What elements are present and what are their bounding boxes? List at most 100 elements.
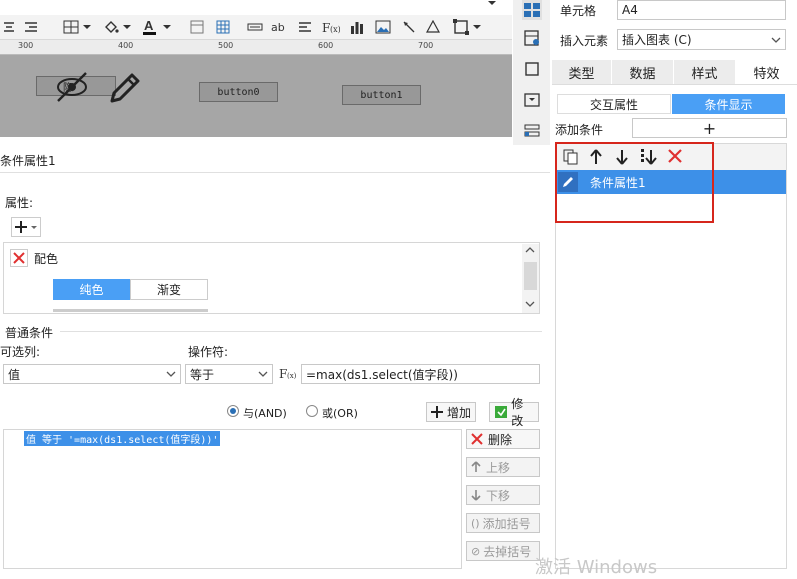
or-radio[interactable] [306,405,318,417]
frame-icon[interactable] [452,18,470,36]
label-ab-icon[interactable]: ab [270,18,288,36]
border-dropdown-icon[interactable] [82,18,92,36]
chart-icon[interactable] [348,18,366,36]
divider [552,84,797,85]
tab-effects[interactable]: 特效 [736,60,797,84]
frame-dropdown-icon[interactable] [472,18,482,36]
shape-icon[interactable] [424,18,442,36]
pencil-icon [106,71,142,105]
attribute-scrollbar[interactable] [522,244,539,313]
ruler-tick: 700 [418,41,434,50]
image-icon[interactable] [374,18,392,36]
add-condition-label: 添加条件 [555,123,604,137]
svg-text:A: A [144,18,154,33]
dataset-icon[interactable] [522,28,542,48]
svg-text:ab: ab [271,21,285,34]
condition-row[interactable]: 值 等于 '=max(ds1.select(值字段))' [24,431,221,446]
textbox-icon[interactable] [246,18,264,36]
move-up-button[interactable]: 上移 [466,457,540,477]
remove-paren-icon: ⊘ [471,544,481,558]
cell-label: 单元格 [560,4,597,18]
canvas-button1[interactable]: button1 [342,85,421,105]
highlight-annotation [555,142,714,223]
cell-icon[interactable] [188,18,206,36]
move-down-button[interactable]: 下移 [466,485,540,505]
and-label: 与(AND) [243,407,287,420]
column-value: 值 [8,367,21,382]
component-frame-icon[interactable] [522,59,542,79]
tab-data[interactable]: 数据 [612,60,673,84]
attribute-label: 属性: [5,196,34,210]
text-align-icon[interactable] [296,18,314,36]
hidden-eye-icon [52,69,92,103]
chevron-down-icon [767,31,785,49]
scroll-down-icon[interactable] [525,301,535,307]
ruler-tick: 600 [318,41,334,50]
ruler-tick: 400 [118,41,134,50]
border-icon[interactable] [62,18,80,36]
condition-title: 条件属性1 [0,154,56,168]
remove-attribute-icon[interactable] [10,249,28,267]
and-radio[interactable] [227,405,239,417]
align-right-icon[interactable] [22,18,40,36]
column-select[interactable]: 值 [3,364,181,384]
font-color-icon[interactable]: A [140,18,158,36]
chevron-down-icon [254,365,272,383]
column-label: 可选列: [0,345,41,359]
gradient-tab[interactable]: 渐变 [130,279,208,300]
operator-select[interactable]: 等于 [185,364,273,384]
add-paren-button-label: 添加括号 [482,516,531,531]
insert-element-value: 插入图表 (C) [622,33,692,47]
delete-button-label: 删除 [488,432,513,447]
font-color-dropdown-icon[interactable] [162,18,172,36]
or-label: 或(OR) [322,407,358,420]
insert-element-select[interactable]: 插入图表 (C) [617,29,786,50]
move-up-button-label: 上移 [486,460,511,475]
add-attribute-button[interactable] [11,217,41,237]
cell-properties-icon[interactable] [522,0,542,20]
remove-paren-button-label: 去掉括号 [483,544,532,559]
subtab-interaction[interactable]: 交互属性 [557,94,671,114]
cell-field[interactable]: A4 [617,0,786,20]
fill-dropdown-icon[interactable] [122,18,132,36]
delete-button[interactable]: 删除 [466,429,540,449]
add-button[interactable]: 增加 [426,402,476,422]
condition-list-box[interactable] [3,429,462,569]
layout-list-icon[interactable] [522,121,542,141]
paren-icon: () [471,516,480,530]
align-center-icon[interactable] [0,18,18,36]
add-condition-button[interactable]: + [632,118,787,138]
slash-icon[interactable] [400,18,418,36]
subtab-condition-display[interactable]: 条件显示 [672,94,785,114]
divider [0,172,550,173]
tab-type[interactable]: 类型 [552,60,611,84]
common-condition-label: 普通条件 [5,326,54,340]
add-paren-button[interactable]: () 添加括号 [466,513,540,533]
scroll-thumb[interactable] [524,262,537,290]
canvas-button0[interactable]: button0 [199,82,278,102]
formula-fx-icon[interactable]: F (x) [278,364,300,384]
operator-value: 等于 [190,367,215,382]
move-down-button-label: 下移 [486,488,511,503]
divider [60,331,542,332]
formula-fx-icon[interactable]: F (x) [322,18,340,36]
ruler-tick: 500 [218,41,234,50]
svg-text:(x): (x) [287,372,297,380]
solid-color-tab[interactable]: 纯色 [53,279,130,300]
ruler: 300 400 500 600 700 [0,40,512,55]
insert-element-label: 插入元素 [560,34,609,48]
side-tool-strip [513,0,550,145]
collapse-dropdown-icon[interactable] [488,0,498,10]
widget-dropdown-icon[interactable] [522,90,542,110]
spacer [0,137,512,145]
table-icon[interactable] [214,18,232,36]
formula-input[interactable]: =max(ds1.select(值字段)) [301,364,540,384]
scroll-up-icon[interactable] [525,247,535,253]
design-canvas[interactable]: 隐 button0 button1 [0,55,512,137]
modify-button[interactable]: 修改 [489,397,539,428]
fill-color-icon[interactable] [102,18,120,36]
windows-watermark: 激活 Windows [535,557,658,578]
format-toolbar: A ab F (x) [0,15,512,40]
remove-paren-button[interactable]: ⊘ 去掉括号 [466,541,540,561]
tab-style[interactable]: 样式 [674,60,735,84]
